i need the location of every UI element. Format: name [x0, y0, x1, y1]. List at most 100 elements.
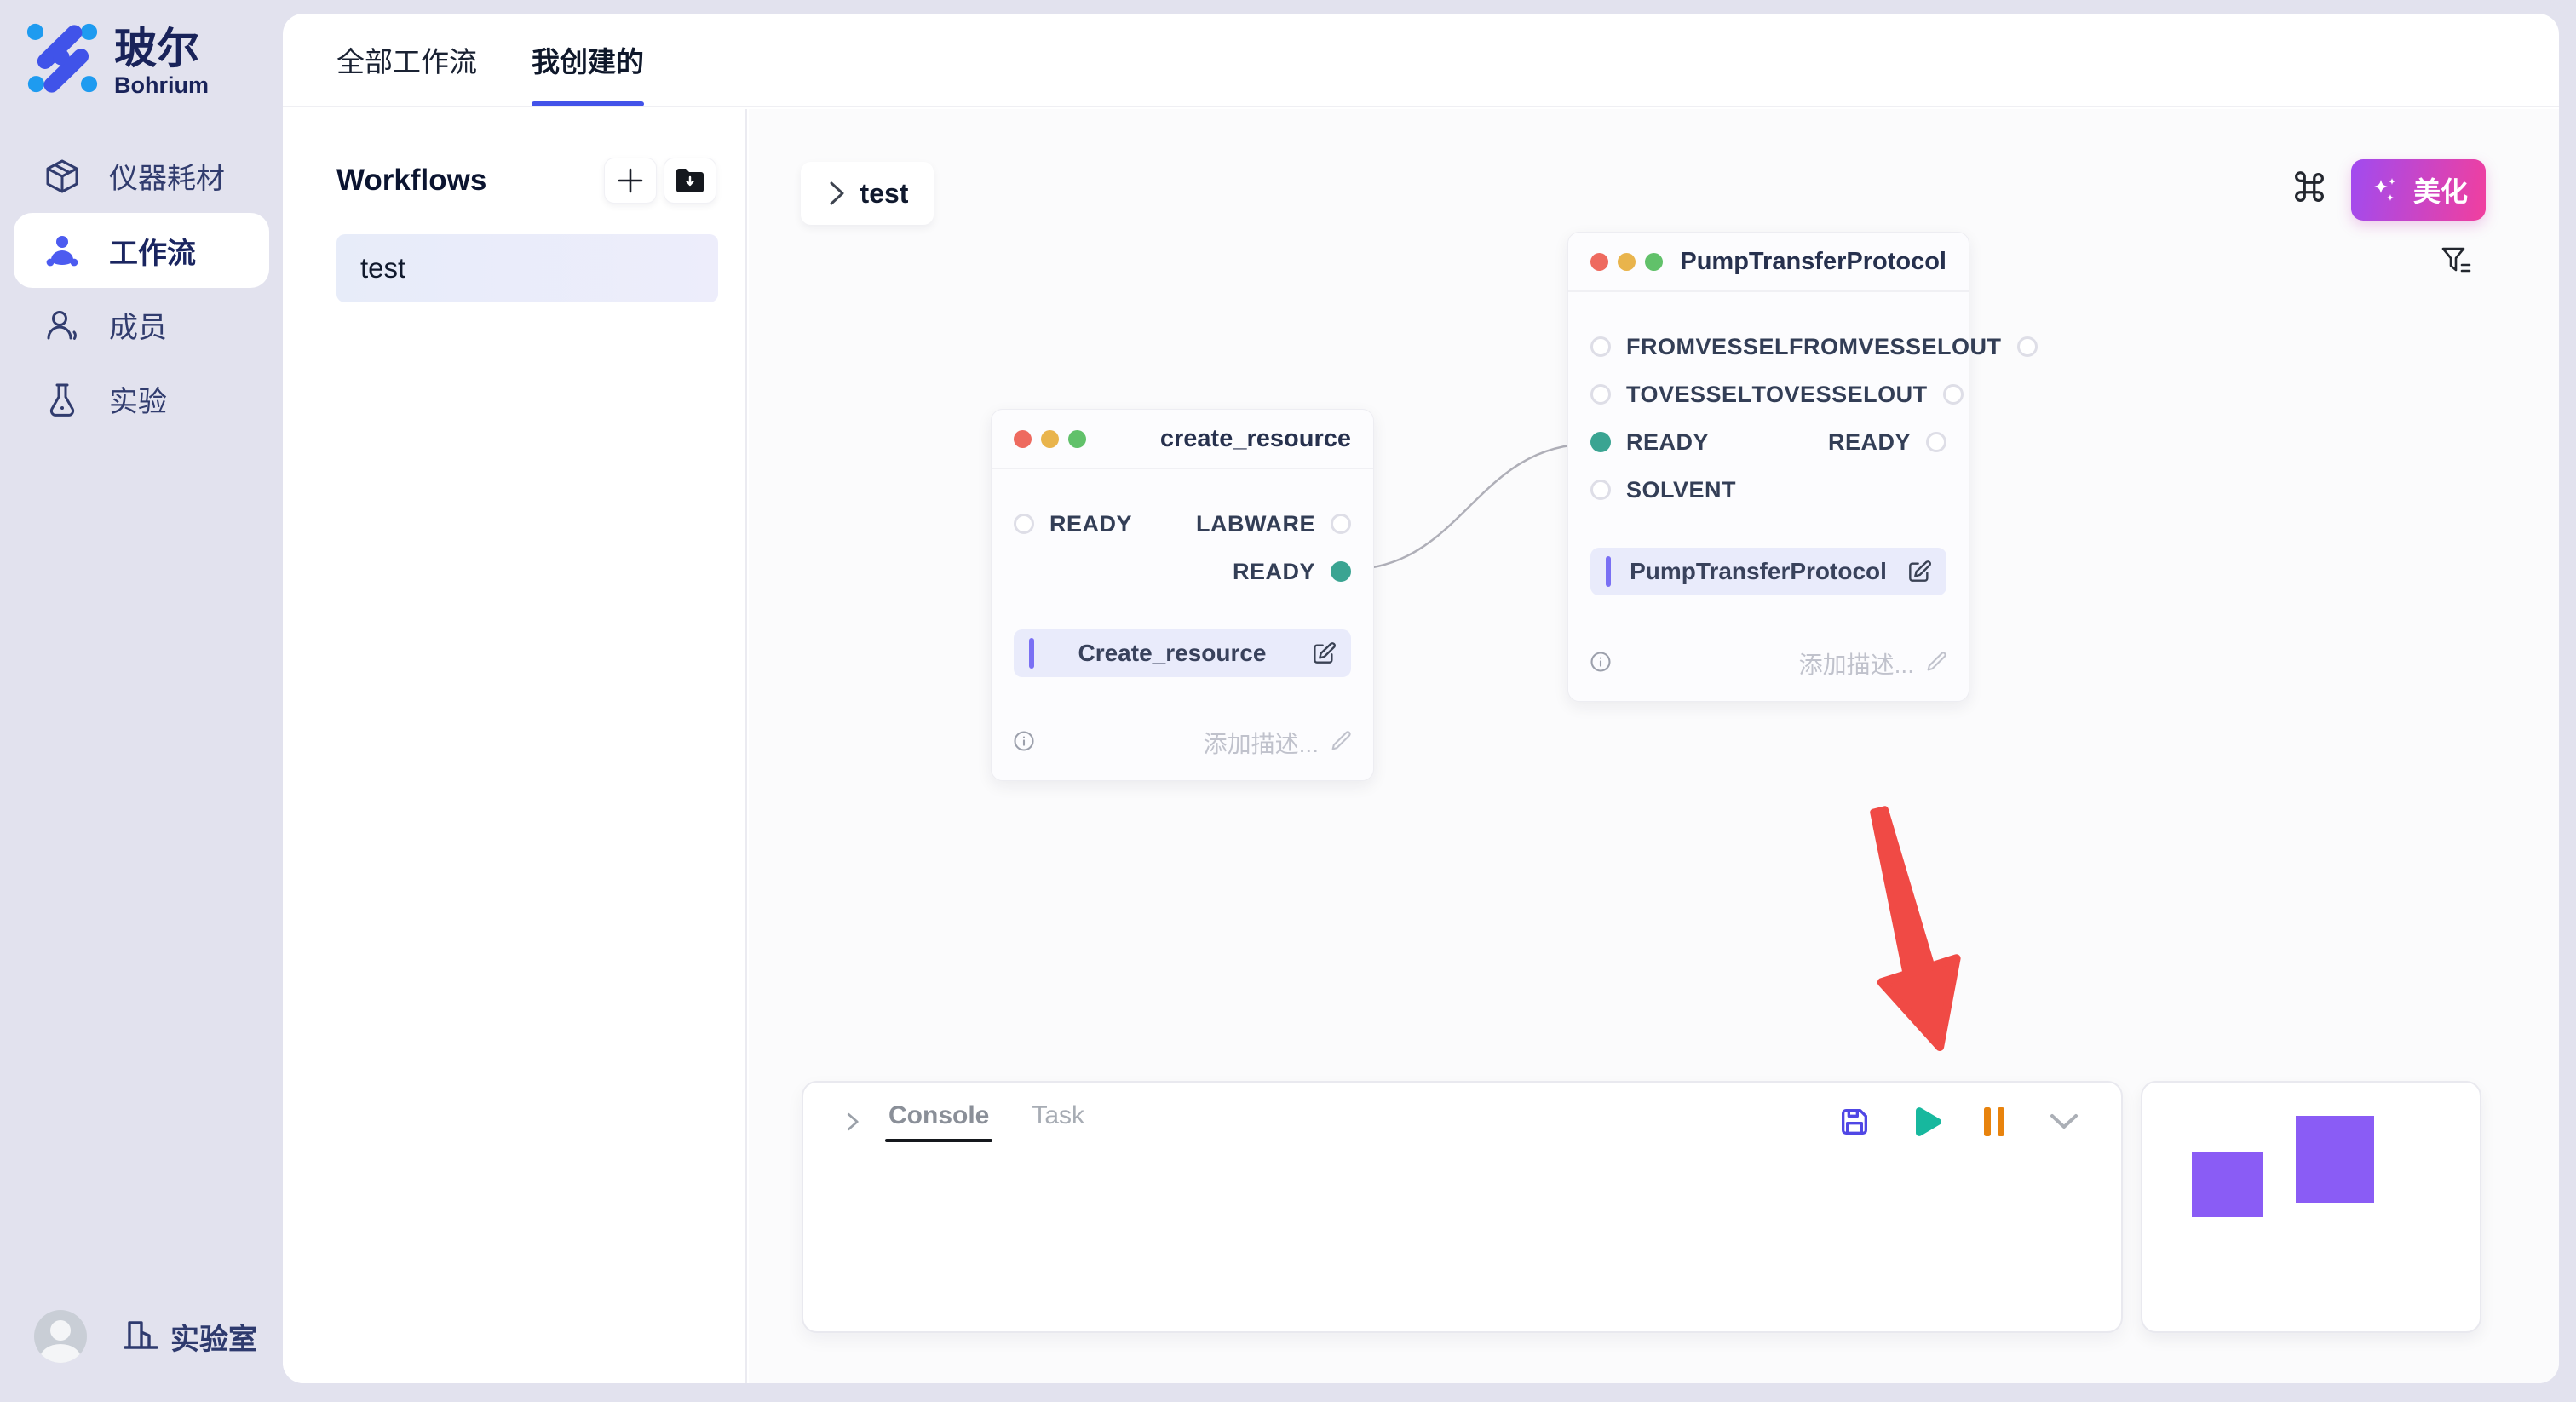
port-left-FROMVESSEL[interactable]	[1590, 336, 1611, 357]
add-description[interactable]: 添加描述...	[1204, 726, 1353, 760]
node-ports: FROMVESSELFROMVESSELOUTTOVESSELTOVESSELO…	[1568, 292, 1969, 514]
bohrium-logo-icon	[26, 22, 99, 100]
port-right-TOVESSELOUT[interactable]	[1943, 384, 1964, 405]
add-workflow-button[interactable]	[604, 158, 657, 204]
workflow-tabbar: 全部工作流我创建的	[283, 14, 2559, 107]
workflow-list-item[interactable]: test	[336, 234, 718, 302]
port-right-READY[interactable]	[1331, 561, 1351, 582]
experiment-icon	[43, 380, 82, 419]
red-annotation-arrow	[1841, 802, 1975, 1057]
port-label: READY	[1233, 559, 1315, 585]
port-label: SOLVENT	[1626, 477, 1736, 503]
beautify-label: 美化	[2413, 170, 2468, 210]
collapse-console-button[interactable]	[2045, 1109, 2083, 1135]
port-label: FROMVESSEL	[1626, 334, 1789, 360]
command-icon	[2290, 168, 2329, 207]
console-panel: Console Task	[802, 1081, 2123, 1333]
pill-label: Create_resource	[1034, 640, 1310, 667]
node-title: create_resource	[1160, 425, 1351, 453]
port-label: TOVESSEL	[1626, 382, 1752, 408]
sidebar-item-label: 实验	[109, 378, 167, 420]
node-function-pill[interactable]: PumpTransferProtocol	[1590, 548, 1946, 595]
filter-button[interactable]	[2438, 244, 2475, 281]
minimap[interactable]	[2141, 1081, 2481, 1333]
workflow-node-pump-transfer-protocol[interactable]: PumpTransferProtocol FROMVESSELFROMVESSE…	[1567, 232, 1969, 702]
run-button[interactable]	[1911, 1105, 1943, 1139]
play-icon	[1911, 1105, 1943, 1139]
traffic-light-red-icon	[1014, 430, 1032, 448]
tab-全部工作流[interactable]: 全部工作流	[336, 14, 477, 106]
port-label: READY	[1626, 429, 1709, 456]
port-left-READY[interactable]	[1014, 514, 1034, 534]
beautify-button[interactable]: 美化	[2351, 159, 2486, 221]
port-right-FROMVESSELOUT[interactable]	[2017, 336, 2038, 357]
members-icon	[43, 306, 82, 345]
sidebar-item-实验[interactable]: 实验	[0, 362, 283, 436]
folder-download-icon	[675, 167, 705, 194]
console-tab-Task[interactable]: Task	[1032, 1101, 1084, 1142]
node-header[interactable]: create_resource	[992, 410, 1373, 469]
filter-icon	[2440, 244, 2474, 280]
port-right-READY[interactable]	[1926, 432, 1946, 452]
workflows-panel: Workflows test	[283, 109, 747, 1383]
port-label: TOVESSELOUT	[1752, 382, 1928, 408]
pencil-icon	[1329, 729, 1353, 757]
brand-logo[interactable]: 玻尔 Bohrium	[26, 22, 209, 100]
workflow-list: test	[336, 234, 718, 302]
port-left-TOVESSEL[interactable]	[1590, 384, 1611, 405]
add-description[interactable]: 添加描述...	[1799, 646, 1948, 681]
breadcrumb-label: test	[860, 178, 909, 210]
chevron-down-icon	[2045, 1109, 2083, 1135]
flow-canvas[interactable]: test 美化	[749, 109, 2559, 1383]
description-placeholder: 添加描述...	[1799, 646, 1914, 681]
port-label: READY	[1049, 511, 1132, 537]
sidebar: 玻尔 Bohrium 仪器耗材 工作流 成员 实验	[0, 0, 283, 1402]
box-icon	[43, 157, 82, 196]
workflow-node-create-resource[interactable]: create_resource READY LABWARE READY Create…	[991, 409, 1374, 781]
port-label: FROMVESSELOUT	[1789, 334, 2002, 360]
port-label: READY	[1828, 429, 1911, 456]
pause-button[interactable]	[1982, 1106, 2006, 1138]
console-tabbar: Console Task	[888, 1101, 1084, 1142]
pencil-icon	[1924, 650, 1948, 678]
import-workflow-button[interactable]	[664, 158, 716, 204]
panel-collapse-icon[interactable]	[839, 1109, 865, 1135]
command-button[interactable]	[2287, 165, 2332, 210]
port-right-LABWARE[interactable]	[1331, 514, 1351, 534]
plus-icon	[616, 166, 645, 195]
port-left-SOLVENT[interactable]	[1590, 480, 1611, 500]
node-title: PumpTransferProtocol	[1680, 248, 1946, 276]
node-header[interactable]: PumpTransferProtocol	[1568, 233, 1969, 292]
pause-icon	[1982, 1106, 2006, 1138]
description-placeholder: 添加描述...	[1204, 726, 1319, 760]
pill-label: PumpTransferProtocol	[1611, 558, 1906, 585]
edit-icon[interactable]	[1906, 558, 1933, 585]
brand-name-cn: 玻尔	[114, 25, 209, 72]
node-ports: READY LABWARE READY	[992, 469, 1373, 595]
sidebar-item-成员[interactable]: 成员	[0, 288, 283, 362]
edit-icon[interactable]	[1310, 640, 1337, 667]
node-footer: 添加描述...	[992, 726, 1373, 780]
node-function-pill[interactable]: Create_resource	[1014, 629, 1351, 677]
console-tab-Console[interactable]: Console	[888, 1101, 989, 1142]
main-card: 全部工作流我创建的 Workflows	[283, 14, 2559, 1383]
brand-name-en: Bohrium	[114, 72, 209, 98]
traffic-light-green-icon	[1645, 253, 1663, 271]
port-left-READY[interactable]	[1590, 432, 1611, 452]
breadcrumb[interactable]: test	[801, 162, 934, 225]
sidebar-item-仪器耗材[interactable]: 仪器耗材	[0, 139, 283, 213]
info-icon[interactable]	[1589, 650, 1613, 678]
building-icon	[123, 1317, 158, 1357]
port-label: LABWARE	[1196, 511, 1315, 537]
node-footer: 添加描述...	[1568, 646, 1969, 701]
traffic-light-yellow-icon	[1618, 253, 1636, 271]
info-icon[interactable]	[1012, 729, 1036, 757]
sidebar-item-工作流[interactable]: 工作流	[14, 213, 269, 288]
tab-我创建的[interactable]: 我创建的	[532, 14, 644, 106]
lab-switcher[interactable]: 实验室	[123, 1316, 257, 1358]
save-button[interactable]	[1837, 1105, 1872, 1139]
sparkles-icon	[2369, 173, 2403, 207]
traffic-light-green-icon	[1068, 430, 1086, 448]
avatar[interactable]	[34, 1310, 87, 1363]
traffic-light-yellow-icon	[1041, 430, 1059, 448]
